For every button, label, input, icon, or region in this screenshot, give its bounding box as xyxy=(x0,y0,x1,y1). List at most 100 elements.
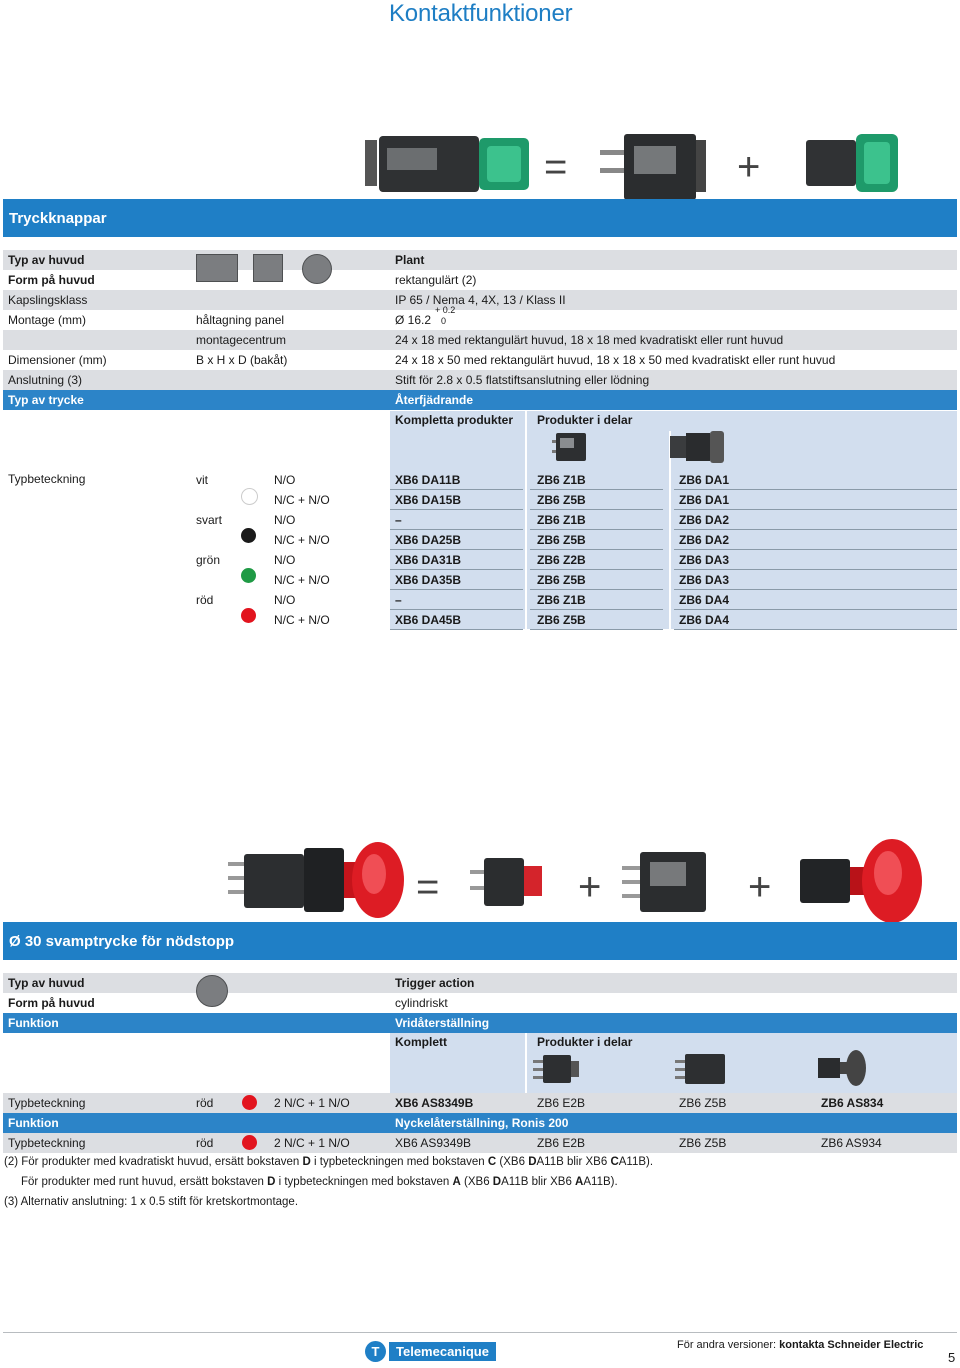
footnote-text: A11B blir XB6 xyxy=(501,1176,576,1188)
product-row: svart N/O – ZB6 Z1B ZB6 DA2 xyxy=(0,510,960,543)
footnote-3: (3) Alternativ anslutning: 1 x 0.5 stift… xyxy=(4,1196,299,1208)
spec-value: Nyckelåterställning, Ronis 200 xyxy=(395,1116,569,1130)
part-ref: ZB6 DA4 xyxy=(679,613,730,627)
spec-label: Funktion xyxy=(8,1016,59,1030)
color-name: grön xyxy=(196,553,221,567)
part-ref: ZB6 DA4 xyxy=(679,593,730,607)
square-head-icon xyxy=(253,254,283,282)
equals-symbol: = xyxy=(416,865,440,909)
footnote-text: A11B). xyxy=(618,1156,654,1168)
spec-label: Form på huvud xyxy=(8,996,95,1010)
spec-value: Återfjädrande xyxy=(395,393,474,407)
spec-label: Funktion xyxy=(8,1116,59,1130)
part-ref: ZB6 E2B xyxy=(537,1136,586,1150)
color-name: vit xyxy=(196,473,208,487)
page-number: 5 xyxy=(948,1350,956,1365)
head-part-icon xyxy=(670,431,724,463)
cylindrical-head-icon xyxy=(196,975,228,1007)
spec-row-funktion-key: Funktion Nyckelåterställning, Ronis 200 xyxy=(3,1113,957,1133)
part-ref: ZB6 Z5B xyxy=(537,533,586,547)
spec-label: Typ av trycke xyxy=(8,393,84,407)
product-row: vit N/O XB6 DA11B ZB6 Z1B ZB6 DA1 xyxy=(0,470,960,505)
complete-ref: XB6 DA11B xyxy=(395,473,461,487)
footnote-bold: C xyxy=(487,1156,497,1168)
spec-label: Typ av huvud xyxy=(8,976,85,990)
complete-emergency-stop-image xyxy=(228,842,404,918)
tolerance-upper: + 0.2 xyxy=(435,305,456,315)
contact-block-image xyxy=(600,134,706,200)
color-name: röd xyxy=(196,1096,214,1110)
spec-value: Trigger action xyxy=(395,976,475,990)
contact-block-image xyxy=(622,852,706,912)
spec-label: Montage (mm) xyxy=(8,313,87,327)
footnote-bold: D xyxy=(528,1156,537,1168)
part-ref: ZB6 Z5B xyxy=(537,573,586,587)
contact-block-part-icon xyxy=(552,433,586,461)
contact-config: 2 N/C + 1 N/O xyxy=(274,1136,350,1150)
spec-sublabel: montagecentrum xyxy=(196,333,287,347)
round-head-icon xyxy=(302,254,332,284)
footnote-text: (XB6 xyxy=(496,1156,529,1168)
part-ref: ZB6 DA3 xyxy=(679,573,730,587)
footnote-bold: A xyxy=(452,1176,461,1188)
spec-sublabel: håltagning panel xyxy=(196,313,285,327)
emergency-product-row-2: Typbeteckning röd 2 N/C + 1 N/O XB6 AS93… xyxy=(3,1133,957,1153)
section-banner-emergency-stop: Ø 30 svamptrycke för nödstopp xyxy=(3,922,957,960)
rectangular-head-icon xyxy=(196,254,238,282)
part-ref: ZB6 DA2 xyxy=(679,533,730,547)
footnote-text: A11B). xyxy=(583,1176,618,1188)
footnote-text: i typbeteckningen med bokstaven xyxy=(275,1176,453,1188)
complete-pushbutton-image xyxy=(365,136,529,192)
footnote-2-square: (2) För produkter med kvadratiskt huvud,… xyxy=(4,1156,653,1168)
spec-value: cylindriskt xyxy=(395,996,448,1010)
product-row: grön N/O XB6 DA31B ZB6 Z2B ZB6 DA3 xyxy=(0,550,960,583)
head-image xyxy=(806,134,898,192)
spec-row-dimensioner: Dimensioner (mm) B x H x D (bakåt) 24 x … xyxy=(3,350,957,370)
footer-divider xyxy=(3,1332,957,1333)
complete-ref: XB6 DA15B xyxy=(395,493,462,507)
part-ref: ZB6 Z2B xyxy=(537,553,586,567)
column-header-complete: Komplett xyxy=(395,1035,447,1049)
spec-label: Form på huvud xyxy=(8,273,95,287)
column-header-parts: Produkter i delar xyxy=(537,1035,633,1049)
part-ref: ZB6 Z5B xyxy=(679,1096,727,1110)
contact-block-part-icon xyxy=(675,1054,725,1084)
plus-symbol: + xyxy=(748,865,772,909)
spec-label: Typ av huvud xyxy=(8,253,85,267)
emergency-product-row-1: Typbeteckning röd 2 N/C + 1 N/O XB6 AS83… xyxy=(3,1093,957,1113)
part-ref: ZB6 Z1B xyxy=(537,513,586,527)
section-banner-tryckknappar: Tryckknappar xyxy=(3,199,957,237)
product-row: N/C + N/O XB6 DA25B ZB6 Z5B ZB6 DA2 xyxy=(0,530,960,550)
equals-symbol: = xyxy=(544,145,568,189)
plus-symbol: + xyxy=(578,865,602,909)
column-header-parts: Produkter i delar xyxy=(537,413,633,427)
spec-value: rektangulärt (2) xyxy=(395,273,477,287)
plus-symbol: + xyxy=(737,145,761,189)
column-divider xyxy=(525,1033,527,1093)
product-row: N/C + N/O XB6 DA15B ZB6 Z5B ZB6 DA1 xyxy=(0,490,960,510)
footer-note-bold: kontakta Schneider Electric xyxy=(779,1339,924,1351)
row-underline xyxy=(530,629,663,630)
contact-config: N/O xyxy=(274,473,296,487)
row-underline xyxy=(674,629,957,630)
contact-config: N/O xyxy=(274,553,296,567)
spec-value: Ø 16.2 xyxy=(395,313,432,327)
mushroom-head-image xyxy=(800,839,922,923)
spec-row-montage: Montage (mm) håltagning panel Ø 16.2 + 0… xyxy=(3,305,957,330)
spec-row-form-pa-huvud-2: Form på huvud cylindriskt xyxy=(3,993,957,1013)
red-color-dot xyxy=(242,1135,257,1150)
spec-row-typ-av-trycke: Typ av trycke Återfjädrande xyxy=(3,390,957,410)
page-title: Kontaktfunktioner xyxy=(389,0,573,27)
complete-ref: – xyxy=(395,513,402,527)
color-name: svart xyxy=(196,513,223,527)
part-ref: ZB6 Z1B xyxy=(537,593,586,607)
contact-block-part-icon xyxy=(533,1055,579,1083)
footnote-bold: D xyxy=(302,1156,311,1168)
column-header-complete: Kompletta produkter xyxy=(395,413,514,427)
footnote-text: i typbeteckningen med bokstaven xyxy=(310,1156,488,1168)
contact-config: N/C + N/O xyxy=(274,573,330,587)
part-ref: ZB6 DA2 xyxy=(679,513,730,527)
footnote-text: (XB6 xyxy=(460,1176,493,1188)
spec-row-montagecentrum: montagecentrum 24 x 18 med rektangulärt … xyxy=(3,330,957,350)
part-ref: ZB6 Z5B xyxy=(679,1136,727,1150)
